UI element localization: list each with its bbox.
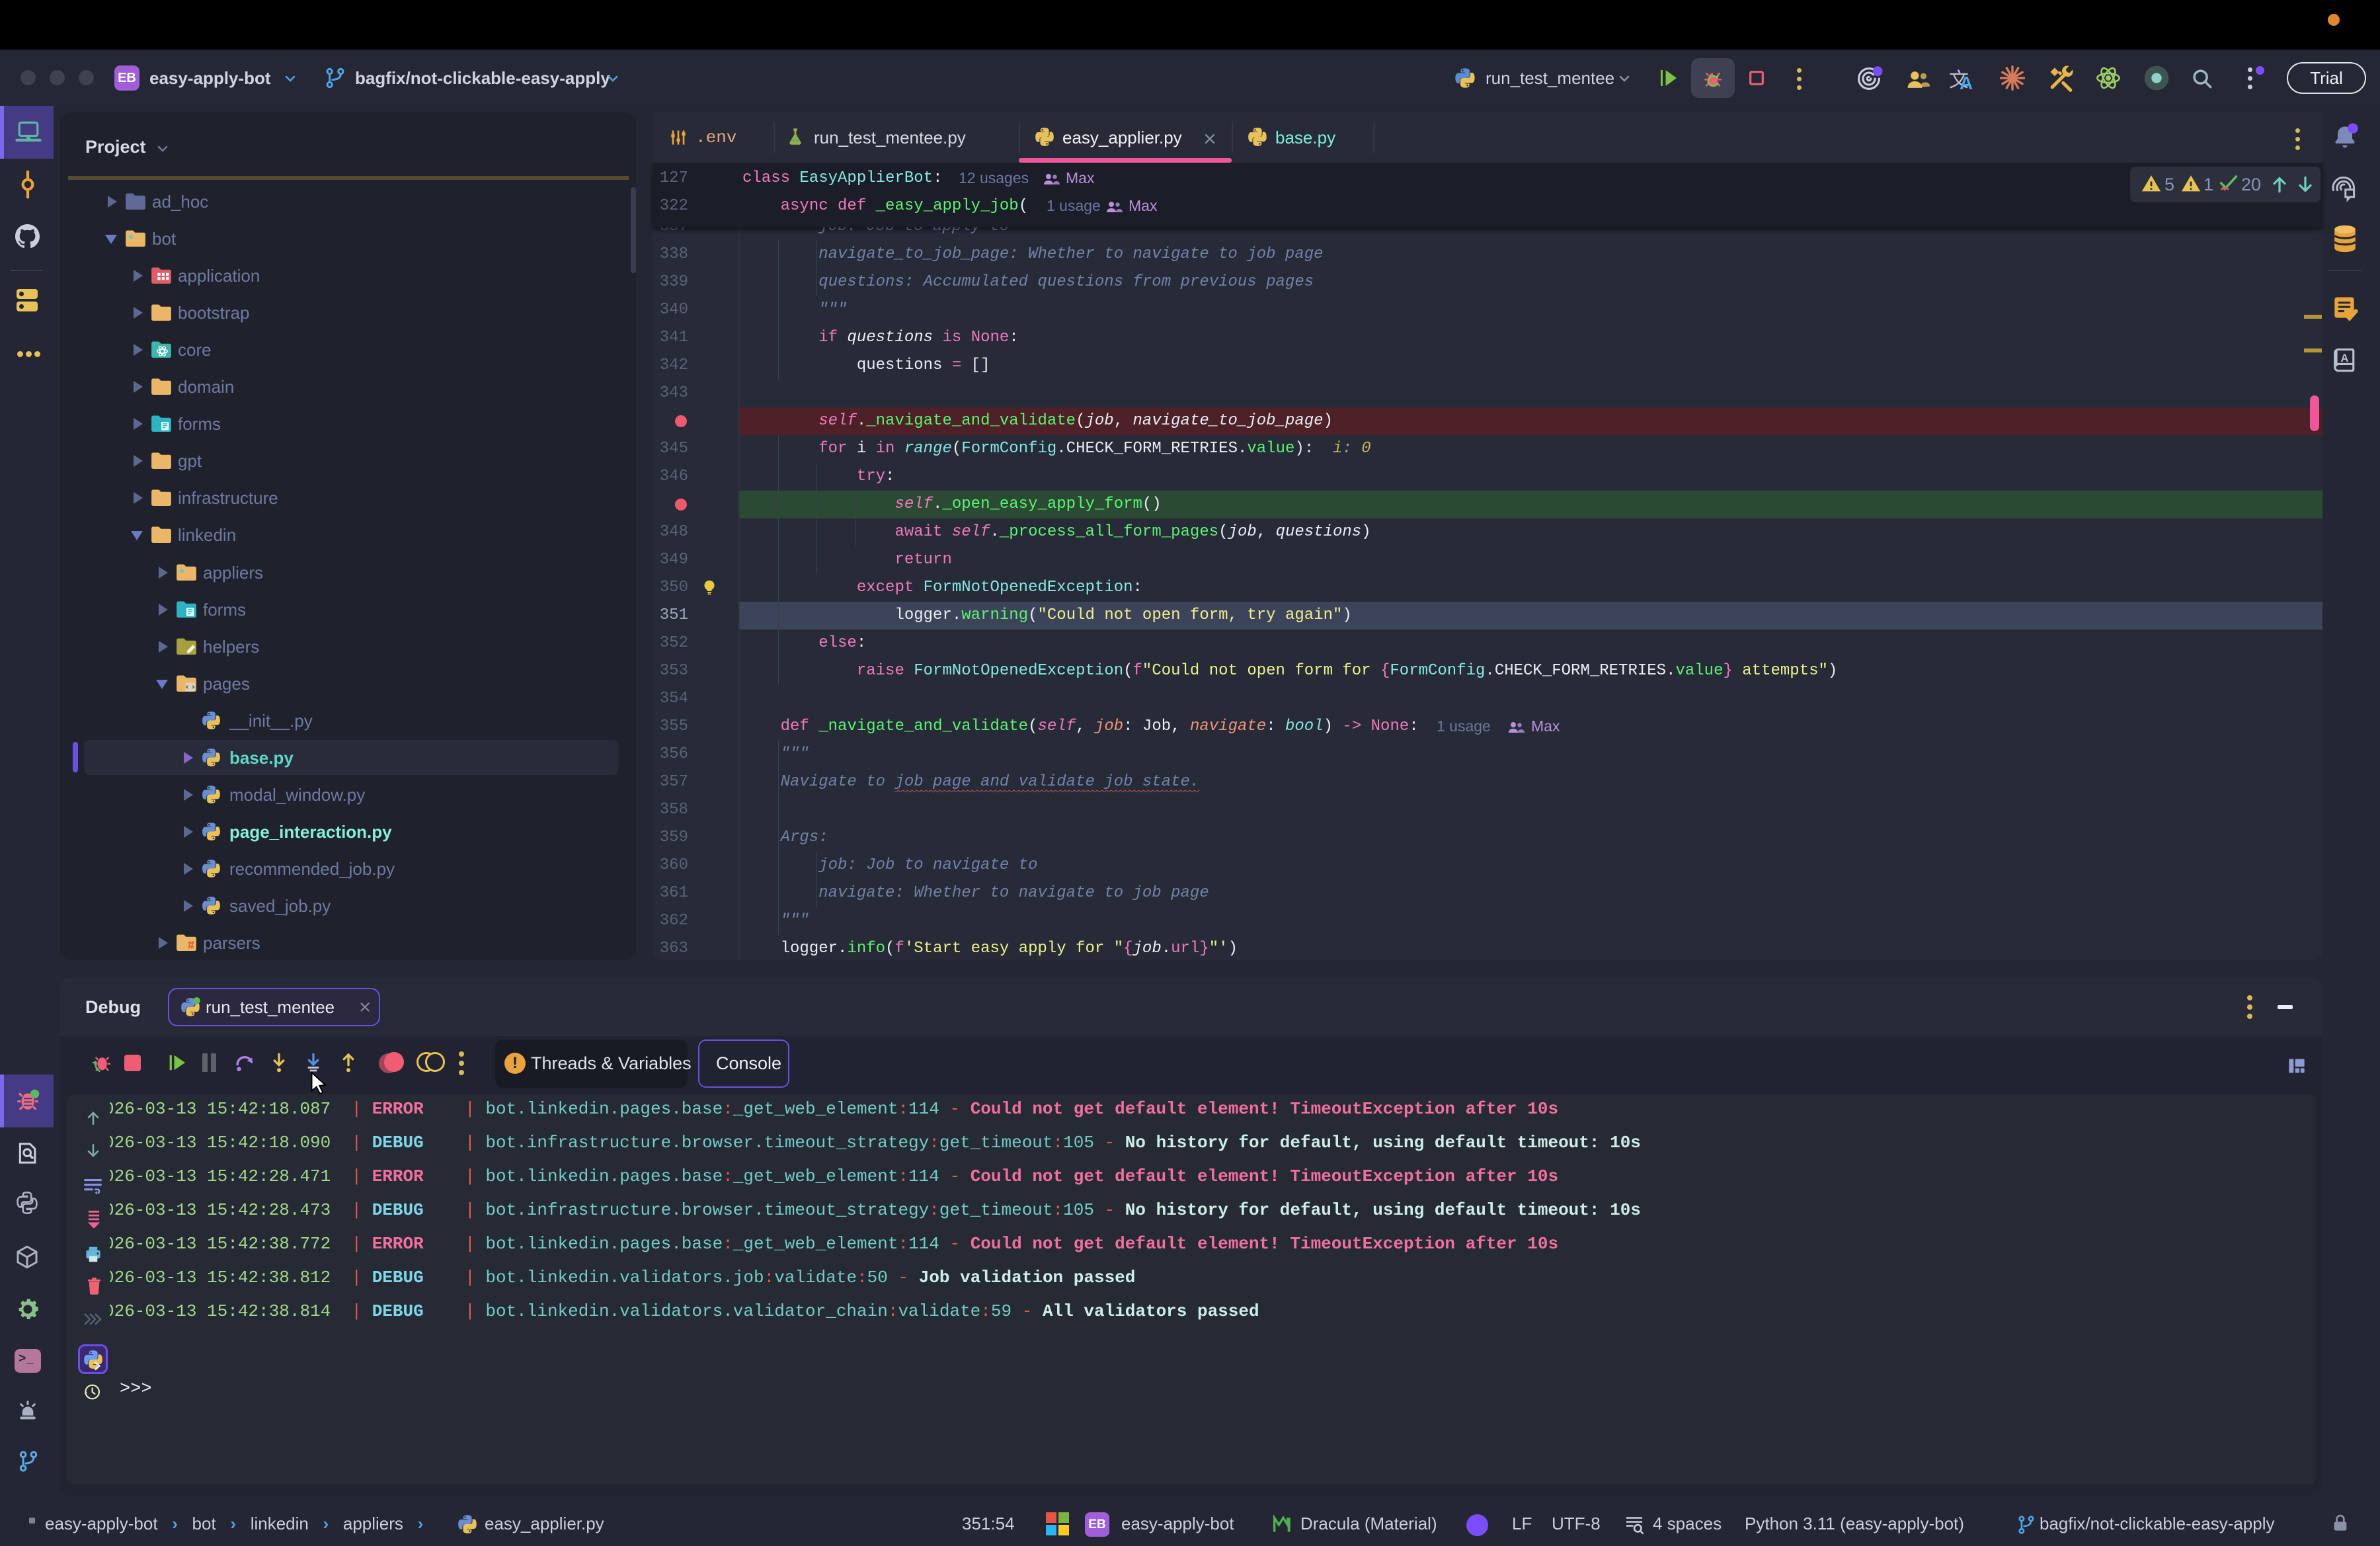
- svg-text:A: A: [2341, 352, 2349, 364]
